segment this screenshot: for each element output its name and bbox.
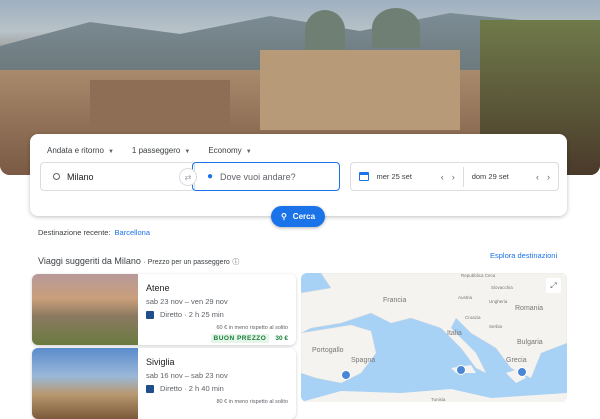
location-pin-icon: ●: [207, 171, 213, 182]
search-icon: ⚲: [281, 212, 287, 221]
cabin-dropdown[interactable]: Economy▼: [208, 146, 251, 155]
depart-date[interactable]: mer 25 set: [377, 172, 433, 181]
expand-icon: ⤢: [550, 281, 556, 291]
origin-input[interactable]: Milano: [40, 162, 195, 191]
chevron-down-icon: ▼: [108, 149, 114, 155]
info-icon[interactable]: ⓘ: [232, 259, 239, 266]
seville-image: [32, 348, 138, 419]
depart-prev-button[interactable]: ‹: [441, 172, 444, 182]
destination-input[interactable]: ●Dove vuoi andare?: [192, 162, 340, 191]
airline-logo-icon: [146, 311, 154, 319]
divider: [463, 167, 464, 187]
passengers-dropdown[interactable]: 1 passeggero▼: [132, 146, 190, 155]
trip-type-dropdown[interactable]: Andata e ritorno▼: [47, 146, 114, 155]
destinations-map[interactable]: Francia Romania Italia Bulgaria Portogal…: [301, 273, 567, 402]
price: 30 €: [275, 335, 288, 342]
trip-card-atene[interactable]: Atene sab 23 nov – ven 29 nov Diretto · …: [32, 274, 296, 345]
swap-button[interactable]: ⇄: [179, 168, 197, 186]
origin-circle-icon: [53, 173, 60, 180]
suggestions-heading: Viaggi suggeriti da Milano · Prezzo per …: [38, 256, 239, 267]
explore-destinations-link[interactable]: Esplora destinazioni: [490, 251, 557, 260]
map-marker-atene[interactable]: [517, 367, 527, 377]
map-marker-palermo[interactable]: [456, 365, 466, 375]
athens-image: [32, 274, 138, 345]
chevron-down-icon: ▼: [184, 149, 190, 155]
calendar-icon: [359, 172, 369, 181]
return-prev-button[interactable]: ‹: [536, 172, 539, 182]
return-next-button[interactable]: ›: [547, 172, 550, 182]
airline-logo-icon: [146, 385, 154, 393]
recent-destination-link[interactable]: Barcellona: [115, 228, 150, 237]
depart-next-button[interactable]: ›: [452, 172, 455, 182]
map-marker-siviglia[interactable]: [341, 370, 351, 380]
map-land: [301, 273, 567, 402]
swap-icon: ⇄: [185, 173, 192, 182]
search-panel: Andata e ritorno▼ 1 passeggero▼ Economy▼…: [30, 134, 567, 216]
trip-card-siviglia[interactable]: Siviglia sab 16 nov – sab 23 nov Diretto…: [32, 348, 296, 419]
deal-badge: BUON PREZZO: [211, 334, 270, 343]
chevron-down-icon: ▼: [246, 149, 252, 155]
search-button[interactable]: ⚲Cerca: [271, 206, 325, 227]
expand-map-button[interactable]: ⤢: [546, 278, 561, 293]
recent-destination: Destinazione recente:Barcellona: [38, 228, 150, 237]
date-picker[interactable]: mer 25 set ‹ › dom 29 set ‹ ›: [350, 162, 559, 191]
return-date[interactable]: dom 29 set: [472, 172, 528, 181]
